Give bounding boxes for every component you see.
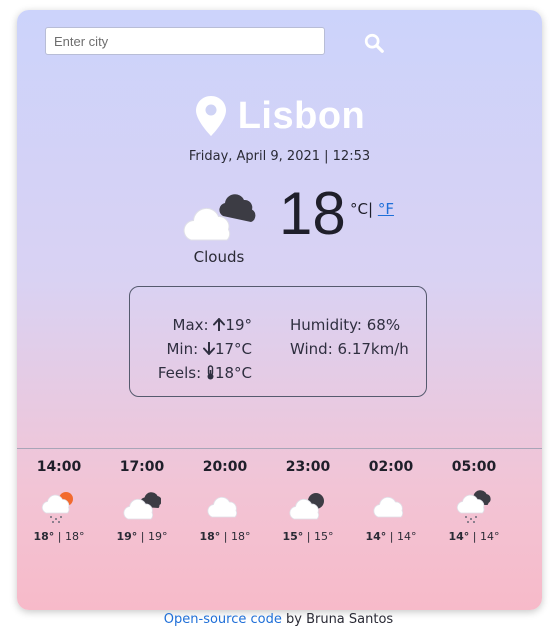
search-button[interactable] xyxy=(360,30,388,56)
author-text: by Bruna Santos xyxy=(281,612,394,627)
unit-separator: | xyxy=(367,200,374,218)
source-code-link[interactable]: Open-source code xyxy=(164,612,282,627)
dark-cloud-rain-icon xyxy=(456,490,491,523)
sun-rain-cloud-icon xyxy=(41,492,73,523)
humidity-label: Humidity: 68% xyxy=(290,316,401,334)
broken-clouds-icon xyxy=(123,492,161,520)
clouds-icon xyxy=(183,194,256,241)
section-divider xyxy=(17,448,542,449)
max-temp-row: Max: 19° xyxy=(172,316,252,334)
cloud-icon xyxy=(207,496,237,518)
cloud-icon xyxy=(373,496,403,518)
city-heading: Lisbon xyxy=(17,94,542,138)
condition-label: Clouds xyxy=(193,248,245,266)
weather-card: Lisbon Friday, April 9, 2021 | 12:53 Clo… xyxy=(17,10,542,610)
unit-switcher: °C| °F xyxy=(350,200,394,218)
min-temp-row: Min: 17°C xyxy=(166,340,252,358)
arrow-up-icon xyxy=(213,318,226,332)
city-search-input[interactable] xyxy=(45,27,325,55)
hourly-forecast: 14:00 18° | 18° 17:00 19° | 19° 20:00 18… xyxy=(17,458,542,558)
current-temperature: 18 xyxy=(279,180,346,247)
forecast-item: 05:00 14° | 14° xyxy=(448,459,500,543)
feels-like-row: Feels: 18°C xyxy=(157,364,252,382)
moon-cloud-icon xyxy=(289,493,324,520)
date-time: Friday, April 9, 2021 | 12:53 xyxy=(188,149,371,164)
details-box: Max: 19° Min: 17°C Feels: 18°C Humidity:… xyxy=(129,286,427,397)
city-name: Lisbon xyxy=(237,94,366,137)
search-icon xyxy=(364,33,384,53)
footer: Open-source code by Bruna Santos xyxy=(0,612,557,627)
forecast-item: 17:00 19° | 19° xyxy=(116,459,168,543)
location-pin-icon xyxy=(195,96,226,136)
forecast-item: 02:00 14° | 14° xyxy=(365,459,417,543)
fahrenheit-link[interactable]: °F xyxy=(378,200,394,218)
thermometer-icon xyxy=(207,365,214,380)
arrow-down-icon xyxy=(202,341,215,355)
wind-label: Wind: 6.17km/h xyxy=(290,340,409,358)
forecast-item: 14:00 18° | 18° xyxy=(33,459,85,543)
forecast-item: 23:00 15° | 15° xyxy=(282,459,334,543)
forecast-item: 20:00 18° | 18° xyxy=(199,459,251,543)
celsius-unit[interactable]: °C xyxy=(350,200,368,218)
